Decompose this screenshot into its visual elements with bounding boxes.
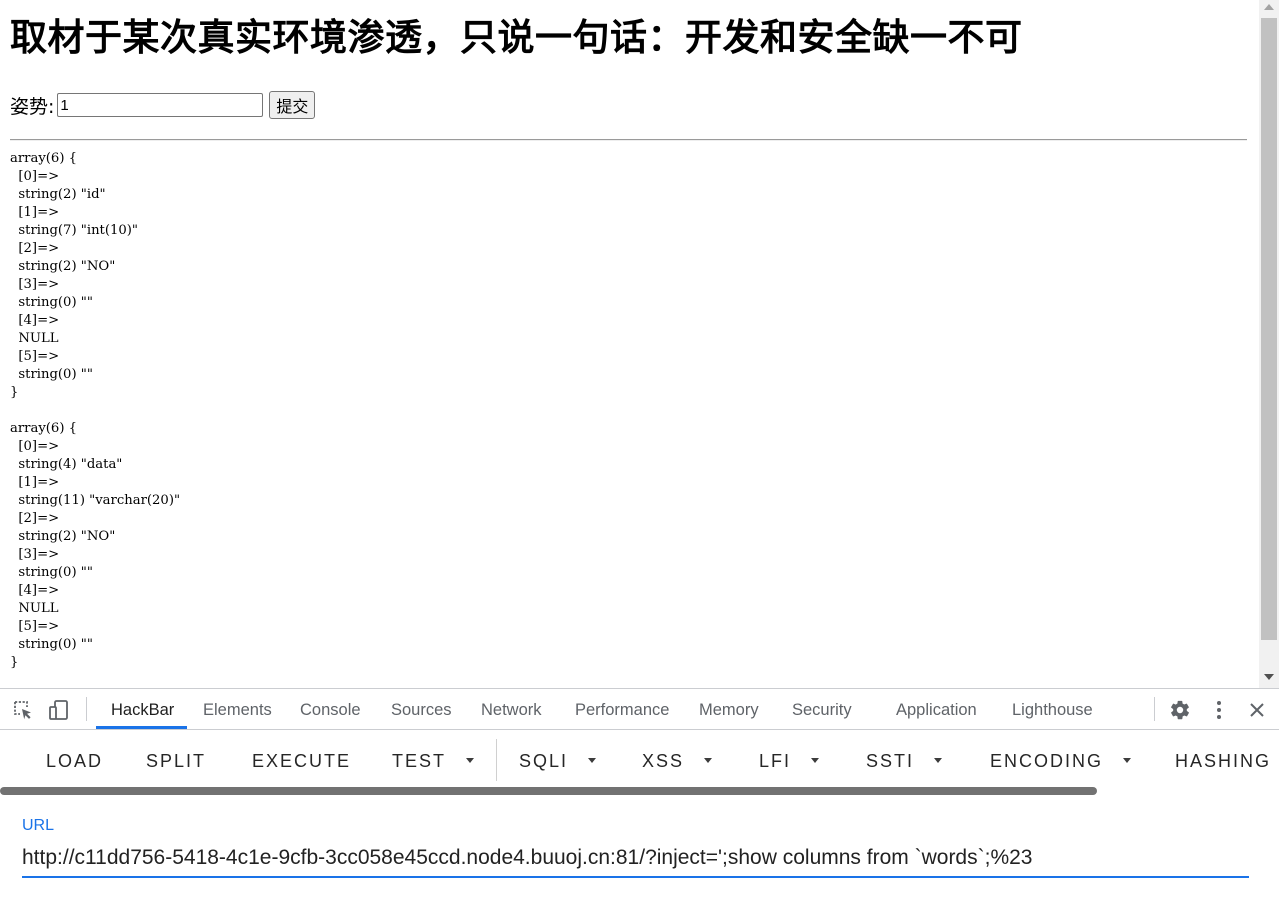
hashing-menu-button[interactable]: HASHING [1175, 743, 1271, 779]
scroll-up-icon[interactable] [1264, 4, 1274, 10]
active-tab-indicator [96, 726, 187, 729]
caret-down-icon [1123, 757, 1132, 763]
scroll-down-icon[interactable] [1264, 674, 1274, 680]
page-title: 取材于某次真实环境渗透，只说一句话：开发和安全缺一不可 [10, 16, 1023, 59]
split-button[interactable]: SPLIT [146, 743, 206, 779]
sqli-label: SQLI [519, 751, 569, 771]
encoding-label: ENCODING [990, 751, 1104, 771]
test-menu-button[interactable]: TEST [392, 743, 475, 779]
ssti-menu-button[interactable]: SSTI [866, 743, 943, 779]
sqli-menu-button[interactable]: SQLI [519, 743, 597, 779]
horizontal-rule [10, 139, 1247, 141]
inject-input[interactable] [57, 93, 264, 117]
device-toolbar-icon[interactable] [48, 699, 70, 721]
caret-down-icon [704, 757, 713, 763]
tab-memory[interactable]: Memory [699, 689, 759, 729]
hackbar-toolbar: LOAD SPLIT EXECUTE TEST SQLI XSS LFI SST… [0, 731, 1279, 789]
caret-down-icon [588, 757, 597, 763]
execute-button[interactable]: EXECUTE [252, 743, 351, 779]
scrollbar-thumb[interactable] [1261, 18, 1277, 640]
submit-button[interactable]: 提交 [269, 91, 316, 119]
tab-sources[interactable]: Sources [391, 689, 452, 729]
hackbar-horizontal-scrollbar[interactable] [0, 787, 1097, 795]
tab-security[interactable]: Security [792, 689, 852, 729]
devtools-panel: HackBar Elements Console Sources Network… [0, 688, 1279, 899]
web-page: 取材于某次真实环境渗透，只说一句话：开发和安全缺一不可 姿势: 提交 array… [0, 0, 1259, 688]
close-icon[interactable] [1246, 699, 1268, 721]
tab-network[interactable]: Network [481, 689, 542, 729]
devtools-toolbar: HackBar Elements Console Sources Network… [0, 689, 1279, 730]
page-scrollbar[interactable] [1259, 0, 1279, 688]
lfi-menu-button[interactable]: LFI [759, 743, 820, 779]
test-label: TEST [392, 751, 447, 771]
inject-label: 姿势: [10, 95, 55, 118]
tab-lighthouse[interactable]: Lighthouse [1012, 689, 1093, 729]
tab-console[interactable]: Console [300, 689, 361, 729]
ssti-label: SSTI [866, 751, 915, 771]
tab-hackbar[interactable]: HackBar [111, 689, 174, 729]
toolbar-divider [86, 697, 87, 721]
query-output: array(6) { [0]=> string(2) "id" [1]=> st… [10, 151, 181, 670]
toolbar-divider [1154, 697, 1155, 721]
xss-menu-button[interactable]: XSS [642, 743, 713, 779]
tab-application[interactable]: Application [896, 689, 977, 729]
inspect-element-icon[interactable] [12, 699, 34, 721]
caret-down-icon [811, 757, 820, 763]
caret-down-icon [466, 757, 475, 763]
encoding-menu-button[interactable]: ENCODING [990, 743, 1132, 779]
caret-down-icon [934, 757, 943, 763]
tab-elements[interactable]: Elements [203, 689, 272, 729]
inject-form: 姿势: 提交 [10, 90, 316, 120]
more-vertical-icon[interactable] [1208, 699, 1230, 721]
url-input[interactable] [22, 839, 1249, 878]
tab-performance[interactable]: Performance [575, 689, 669, 729]
hackbar-divider [496, 739, 497, 781]
url-label: URL [22, 817, 55, 834]
load-button[interactable]: LOAD [46, 743, 103, 779]
lfi-label: LFI [759, 751, 792, 771]
settings-gear-icon[interactable] [1169, 699, 1191, 721]
xss-label: XSS [642, 751, 685, 771]
